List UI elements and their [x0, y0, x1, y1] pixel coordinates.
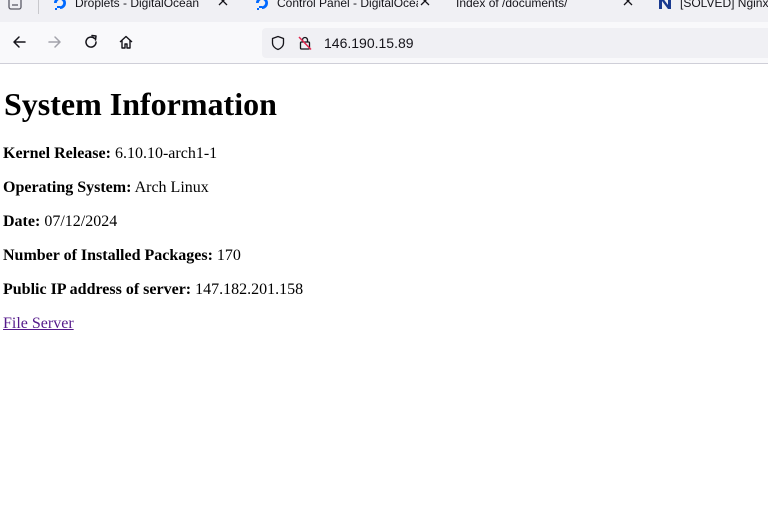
navigation-toolbar: 146.190.15.89 — [0, 22, 768, 64]
shield-icon[interactable] — [270, 35, 286, 51]
n-logo-icon — [657, 0, 673, 11]
public-ip-line: Public IP address of server: 147.182.201… — [3, 280, 303, 300]
info-value: 147.182.201.158 — [195, 281, 304, 298]
forward-arrow-icon[interactable] — [44, 31, 66, 53]
operating-system-line: Operating System: Arch Linux — [3, 178, 209, 198]
tab-title: Control Panel - DigitalOcean — [277, 0, 418, 10]
tab-title: [SOLVED] Nginx 4 — [680, 0, 768, 10]
info-label: Number of Installed Packages: — [3, 247, 213, 264]
tab-separator — [38, 0, 39, 14]
tab-control-panel[interactable]: Control Panel - DigitalOcean — [254, 0, 418, 12]
close-icon[interactable] — [419, 0, 431, 7]
info-value: 6.10.10-arch1-1 — [114, 145, 218, 162]
digitalocean-icon — [52, 0, 68, 11]
home-icon[interactable] — [115, 31, 137, 53]
tab-title: Droplets - DigitalOcean — [75, 0, 200, 10]
tab-index-documents[interactable]: Index of /documents/ — [456, 0, 606, 12]
page-content: System Information Kernel Release: 6.10.… — [0, 64, 768, 522]
page-title: System Information — [4, 86, 277, 122]
url-text[interactable]: 146.190.15.89 — [324, 35, 414, 51]
file-server-link[interactable]: File Server — [3, 314, 74, 334]
info-label: Kernel Release: — [3, 145, 111, 162]
reload-icon[interactable] — [80, 31, 102, 53]
digitalocean-icon — [254, 0, 270, 11]
back-arrow-icon[interactable] — [8, 31, 30, 53]
close-icon[interactable] — [622, 0, 634, 7]
tab-solved-nginx[interactable]: [SOLVED] Nginx 4 — [657, 0, 768, 12]
insecure-lock-icon[interactable] — [297, 35, 313, 51]
url-bar[interactable]: 146.190.15.89 — [262, 28, 768, 58]
info-label: Public IP address of server: — [3, 281, 192, 298]
date-line: Date: 07/12/2024 — [3, 212, 117, 232]
close-icon[interactable] — [217, 0, 229, 7]
installed-packages-line: Number of Installed Packages: 170 — [3, 246, 241, 266]
tab-list-icon[interactable] — [6, 0, 24, 12]
info-value: Arch Linux — [134, 179, 209, 196]
tab-droplets[interactable]: Droplets - DigitalOcean — [52, 0, 202, 12]
info-value: 07/12/2024 — [44, 213, 118, 230]
info-label: Operating System: — [3, 179, 132, 196]
info-label: Date: — [3, 213, 41, 230]
tab-title: Index of /documents/ — [456, 0, 568, 10]
info-value: 170 — [216, 247, 241, 264]
kernel-release-line: Kernel Release: 6.10.10-arch1-1 — [3, 144, 217, 164]
tab-strip: Droplets - DigitalOcean Control Panel - … — [0, 0, 768, 22]
